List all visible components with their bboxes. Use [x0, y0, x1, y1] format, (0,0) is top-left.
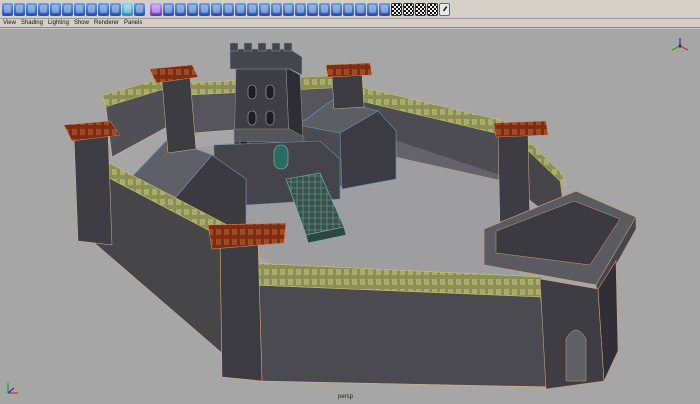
cone-icon[interactable]: [38, 2, 49, 16]
nurbs-sphere-icon[interactable]: [163, 2, 174, 16]
combine-icon[interactable]: [175, 2, 186, 16]
menu-shading[interactable]: Shading: [21, 19, 43, 28]
merge-edge-icon[interactable]: [319, 2, 330, 16]
cylinder-icon[interactable]: [26, 2, 37, 16]
checker-grid-icon[interactable]: [427, 2, 438, 16]
castle-model: [63, 42, 637, 390]
smooth-icon[interactable]: [211, 2, 222, 16]
menu-show[interactable]: Show: [74, 19, 89, 28]
world-axis-icon: [7, 383, 18, 394]
soccer-ball-icon[interactable]: [122, 2, 133, 16]
sphere-icon[interactable]: [2, 2, 13, 16]
merge-vertices-icon[interactable]: [307, 2, 318, 16]
subdiv-cube-icon[interactable]: [150, 2, 162, 16]
split-polygon-icon[interactable]: [283, 2, 294, 16]
poke-face-icon[interactable]: [367, 2, 378, 16]
front-wall: [249, 262, 551, 388]
bridge-icon[interactable]: [259, 2, 270, 16]
pyramid-icon[interactable]: [86, 2, 97, 16]
extract-icon[interactable]: [199, 2, 210, 16]
insert-edge-loop-icon[interactable]: [295, 2, 306, 16]
torus-icon[interactable]: [62, 2, 73, 16]
pencil-icon[interactable]: [439, 2, 450, 16]
helix-icon[interactable]: [110, 2, 121, 16]
prism-icon[interactable]: [74, 2, 85, 16]
menu-panels[interactable]: Panels: [124, 19, 142, 28]
view-cube-icon[interactable]: [668, 35, 692, 57]
checker-uv-icon[interactable]: [391, 2, 402, 16]
subdiv-sphere-icon[interactable]: [134, 2, 145, 16]
menu-view[interactable]: View: [3, 19, 16, 28]
delete-edge-icon[interactable]: [343, 2, 354, 16]
extrude-face-icon[interactable]: [235, 2, 246, 16]
separate-icon[interactable]: [187, 2, 198, 16]
checker-map-icon[interactable]: [403, 2, 414, 16]
extrude-edge-icon[interactable]: [247, 2, 258, 16]
wedge-face-icon[interactable]: [355, 2, 366, 16]
duplicate-face-icon[interactable]: [379, 2, 390, 16]
checker-layout-icon[interactable]: [415, 2, 426, 16]
tower-door: [273, 144, 289, 170]
plane-icon[interactable]: [50, 2, 61, 16]
pipe-icon[interactable]: [98, 2, 109, 16]
camera-label: persp: [338, 394, 354, 400]
panel-menubar: View Shading Lighting Show Renderer Pane…: [0, 19, 700, 28]
polygons-shelf: [0, 0, 700, 19]
menu-renderer[interactable]: Renderer: [94, 19, 119, 28]
menu-lighting[interactable]: Lighting: [48, 19, 69, 28]
collapse-icon[interactable]: [331, 2, 342, 16]
cube-icon[interactable]: [14, 2, 25, 16]
perspective-viewport[interactable]: persp: [0, 29, 700, 404]
bevel-icon[interactable]: [223, 2, 234, 16]
append-polygon-icon[interactable]: [271, 2, 282, 16]
